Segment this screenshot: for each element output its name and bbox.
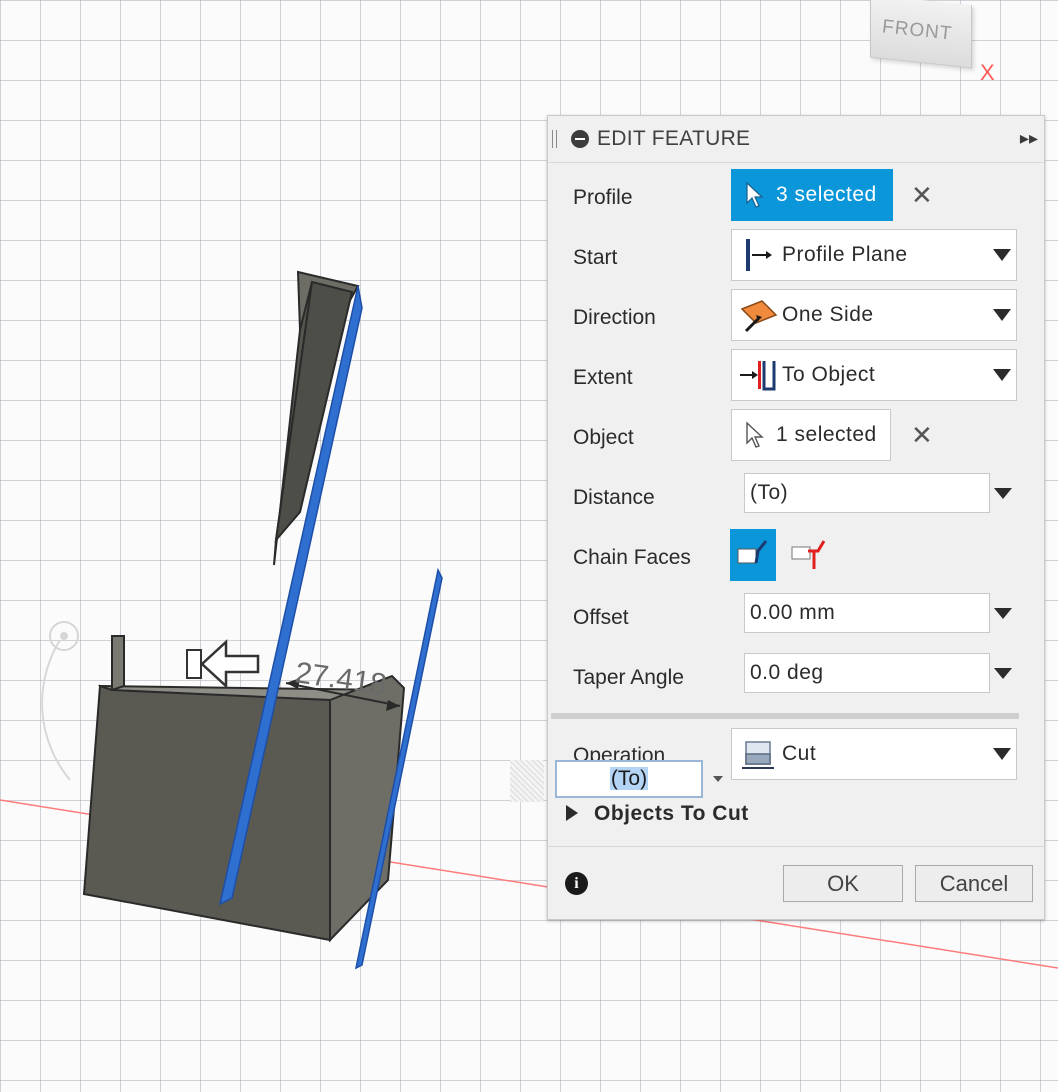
floating-input-value: (To) <box>609 767 649 790</box>
profile-plane-icon <box>746 239 772 271</box>
start-row: Start Profile Plane <box>548 229 1044 289</box>
expand-triangle-icon <box>566 805 578 821</box>
taper-angle-row: Taper Angle 0.0 deg <box>548 653 1044 713</box>
direction-value: One Side <box>782 303 874 326</box>
start-label: Start <box>573 246 618 269</box>
objects-to-cut-toggle[interactable]: Objects To Cut <box>566 802 749 826</box>
distance-input[interactable]: (To) <box>744 473 990 513</box>
start-value: Profile Plane <box>782 243 908 266</box>
operation-dropdown[interactable]: Cut <box>731 728 1017 780</box>
direction-row: Direction One Side <box>548 289 1044 349</box>
taper-angle-value: 0.0 deg <box>750 661 824 684</box>
extent-row: Extent To Object <box>548 349 1044 409</box>
one-side-icon <box>740 300 778 333</box>
profile-value: 3 selected <box>776 183 877 206</box>
chain-faces-row: Chain Faces <box>548 529 1044 589</box>
to-object-icon <box>740 361 776 391</box>
chevron-down-icon <box>993 748 1011 760</box>
taper-angle-input[interactable]: 0.0 deg <box>744 653 990 693</box>
panel-header[interactable]: EDIT FEATURE ▸▸ <box>548 116 1044 163</box>
objects-to-cut-label: Objects To Cut <box>594 802 749 825</box>
box-front-face[interactable] <box>82 684 331 942</box>
direction-label: Direction <box>573 306 656 329</box>
footer-separator <box>548 846 1044 847</box>
offset-row: Offset 0.00 mm <box>548 593 1044 653</box>
chain-faces-icon <box>737 540 768 564</box>
chevron-down-icon <box>993 369 1011 381</box>
ok-button[interactable]: OK <box>783 865 903 902</box>
object-select-button[interactable]: 1 selected <box>731 409 891 461</box>
floating-dropdown-icon[interactable] <box>713 776 723 782</box>
cancel-button[interactable]: Cancel <box>915 865 1033 902</box>
floating-input-field[interactable]: (To) <box>555 760 703 798</box>
object-label: Object <box>573 426 634 449</box>
profile-select-button[interactable]: 3 selected <box>731 169 893 221</box>
object-row: Object 1 selected ✕ <box>548 409 1044 469</box>
distance-row: Distance (To) <box>548 473 1044 533</box>
drag-handle-icon[interactable] <box>552 130 557 148</box>
cursor-icon <box>746 181 764 208</box>
extent-label: Extent <box>573 366 633 389</box>
operation-value: Cut <box>782 742 817 765</box>
floating-value-input[interactable]: (To) <box>510 758 730 804</box>
profile-row: Profile 3 selected ✕ <box>548 169 1044 229</box>
panel-title: EDIT FEATURE <box>597 127 751 150</box>
object-value: 1 selected <box>776 423 877 446</box>
offset-dropdown-icon[interactable] <box>994 608 1012 619</box>
extent-value: To Object <box>782 363 876 386</box>
info-icon[interactable]: i <box>565 872 588 895</box>
view-cube[interactable]: FRONT <box>862 0 980 78</box>
direction-dropdown[interactable]: One Side <box>731 289 1017 341</box>
cursor-icon <box>746 421 764 448</box>
cut-icon <box>742 741 774 769</box>
taper-angle-label: Taper Angle <box>573 666 684 689</box>
manipulator-arrow-icon[interactable] <box>186 639 260 689</box>
taper-angle-dropdown-icon[interactable] <box>994 668 1012 679</box>
offset-label: Offset <box>573 606 629 629</box>
x-axis-label: X <box>980 60 995 85</box>
chain-faces-off-button[interactable] <box>784 529 830 581</box>
distance-value: (To) <box>750 481 789 504</box>
section-separator <box>551 713 1019 719</box>
chevron-down-icon <box>993 249 1011 261</box>
offset-value: 0.00 mm <box>750 601 836 624</box>
profile-clear-icon[interactable]: ✕ <box>911 180 933 211</box>
start-dropdown[interactable]: Profile Plane <box>731 229 1017 281</box>
expand-icon[interactable]: ▸▸ <box>1020 128 1038 149</box>
object-clear-icon[interactable]: ✕ <box>911 420 933 451</box>
collapse-icon[interactable] <box>571 130 589 148</box>
distance-dropdown-icon[interactable] <box>994 488 1012 499</box>
rotation-arc <box>41 639 71 781</box>
chevron-down-icon <box>993 309 1011 321</box>
chain-faces-label: Chain Faces <box>573 546 691 569</box>
grip-icon[interactable] <box>510 760 544 802</box>
no-chain-faces-icon <box>791 540 826 569</box>
offset-input[interactable]: 0.00 mm <box>744 593 990 633</box>
distance-label: Distance <box>573 486 655 509</box>
extent-dropdown[interactable]: To Object <box>731 349 1017 401</box>
profile-label: Profile <box>573 186 633 209</box>
chain-faces-on-button[interactable] <box>730 529 776 581</box>
